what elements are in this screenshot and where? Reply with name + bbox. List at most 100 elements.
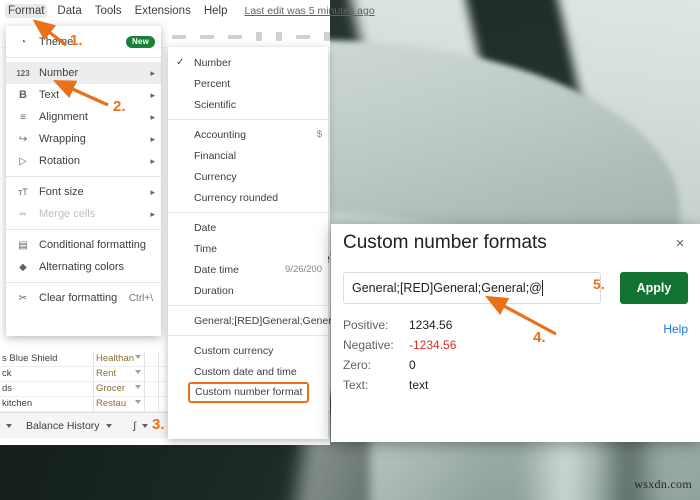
number-submenu-item-label: Number [194, 56, 232, 69]
sheet-tab-secondary[interactable]: ʃ [126, 417, 156, 435]
toolbar-icon-align-right[interactable] [227, 34, 242, 39]
chevron-right-icon: ▸ [150, 133, 155, 144]
format-menu-item-label: Theme [39, 36, 74, 48]
menu-format[interactable]: Format [5, 4, 48, 18]
dialog-title: Custom number formats [343, 232, 547, 253]
sheet-tab-secondary-label: ʃ [133, 419, 136, 432]
menu-extensions[interactable]: Extensions [135, 5, 191, 17]
number-submenu-item-label: Duration [194, 284, 234, 297]
format-menu-item-label: Conditional formatting [39, 239, 147, 251]
preview-value: 0 [409, 358, 416, 372]
number-submenu-item-example: 9/26/200 [285, 264, 322, 275]
number-submenu-item-label: Custom number format [187, 382, 310, 403]
preview-row: Text: text [343, 378, 573, 394]
cell-category: Healthan [96, 353, 135, 364]
sheet-tab-secondary-menu-icon[interactable] [141, 423, 148, 428]
last-edit-status[interactable]: Last edit was 5 minutes ago [245, 5, 375, 17]
menu-separator [6, 282, 161, 283]
number-submenu[interactable]: ✓ Number Percent Scientific Accounting $ Finan… [168, 47, 353, 439]
submenu-separator [168, 305, 328, 306]
all-sheets-icon[interactable] [6, 423, 12, 428]
format-menu-item-label: Text [39, 89, 60, 101]
chevron-right-icon: ▸ [150, 208, 155, 219]
format-dropdown-menu[interactable]: ◔ Theme New 123 Number ▸ B Text ▸ ≡ Alignment ▸ ↪ Wra… [6, 26, 161, 336]
number-submenu-item-custom-currency[interactable]: Custom currency [168, 340, 328, 361]
theme-icon: ◔ [19, 36, 27, 48]
format-menu-item-text[interactable]: B Text ▸ [6, 84, 161, 106]
cell-name: ds [2, 383, 13, 394]
number-submenu-item-label: Custom currency [194, 344, 274, 357]
number-submenu-item-time[interactable]: Time [168, 238, 328, 259]
number-submenu-item-label: Percent [194, 77, 231, 90]
number-submenu-item-label: Custom date and time [194, 365, 297, 378]
toolbar-icon-text-color[interactable] [255, 32, 262, 41]
text-caret [541, 280, 543, 296]
format-menu-item-merge-cells[interactable]: ⬌ Merge cells ▸ [6, 203, 161, 225]
chevron-right-icon: ▸ [150, 67, 155, 78]
format-menu-item-rotation[interactable]: ▷ Rotation ▸ [6, 150, 161, 172]
cell-dropdown-icon[interactable] [135, 400, 141, 404]
number-submenu-item-label: Scientific [194, 98, 237, 111]
number-submenu-item-number[interactable]: ✓ Number [168, 52, 328, 73]
submenu-separator [168, 212, 328, 213]
cell-dropdown-icon[interactable] [135, 385, 141, 389]
toolbar-icon-more[interactable] [323, 32, 330, 41]
format-menu-item-clear-formatting[interactable]: ✂ Clear formatting Ctrl+\ [6, 287, 161, 309]
number-submenu-item-currency[interactable]: Currency [168, 166, 328, 187]
number-submenu-item-label: Financial [194, 149, 237, 162]
number-submenu-item-general-red-general-general[interactable]: General;[RED]General;General;@ [168, 310, 353, 331]
number-submenu-item-accounting[interactable]: Accounting $ [168, 124, 328, 145]
preview-value: -1234.56 [409, 338, 457, 352]
cell-dropdown-icon[interactable] [135, 370, 141, 374]
format-menu-item-number[interactable]: 123 Number ▸ [6, 62, 161, 84]
number-submenu-item-label: Time [194, 242, 217, 255]
format-menu-item-alternating-colors[interactable]: ◆ Alternating colors [6, 256, 161, 278]
format-menu-item-alignment[interactable]: ≡ Alignment ▸ [6, 106, 161, 128]
menu-tools[interactable]: Tools [95, 5, 122, 17]
cell-category: Grocer [96, 383, 126, 394]
merge-cells-icon: ⬌ [18, 208, 28, 220]
toolbar-icon-align-center[interactable] [199, 34, 214, 39]
number-submenu-item-date[interactable]: Date [168, 217, 328, 238]
number-submenu-item-date-time[interactable]: Date time 9/26/200 [168, 259, 328, 280]
checkmark-icon: ✓ [176, 57, 185, 68]
number-submenu-item-percent[interactable]: Percent [168, 73, 328, 94]
number-submenu-item-custom-date-and-time[interactable]: Custom date and time [168, 361, 328, 382]
cell-category: Rent [96, 368, 117, 379]
number-submenu-item-duration[interactable]: Duration [168, 280, 328, 301]
close-icon[interactable]: × [672, 236, 688, 252]
chevron-right-icon: ▸ [150, 111, 155, 122]
bold-B-icon: B [19, 89, 27, 101]
format-menu-item-label: Alignment [39, 111, 88, 123]
preview-label: Positive: [343, 318, 389, 332]
preview-value: text [409, 378, 429, 392]
menu-data[interactable]: Data [57, 5, 81, 17]
alignment-icon: ≡ [20, 111, 26, 123]
format-menu-item-font-size[interactable]: ᴛT Font size ▸ [6, 181, 161, 203]
sheet-tab-balance-history[interactable]: Balance History [18, 417, 120, 435]
toolbar-icon-align-left[interactable] [172, 34, 186, 39]
font-size-icon: ᴛT [18, 187, 28, 197]
format-menu-item-theme[interactable]: ◔ Theme New [6, 31, 161, 53]
number-submenu-item-currency-rounded[interactable]: Currency rounded [168, 187, 328, 208]
format-menu-item-wrapping[interactable]: ↪ Wrapping ▸ [6, 128, 161, 150]
chevron-right-icon: ▸ [150, 155, 155, 166]
number-submenu-item-financial[interactable]: Financial [168, 145, 328, 166]
help-link[interactable]: Help [663, 322, 688, 336]
number-submenu-item-scientific[interactable]: Scientific [168, 94, 328, 115]
preview-row: Zero: 0 [343, 358, 573, 374]
number-submenu-item-example: $ [316, 129, 322, 140]
format-menu-item-label: Rotation [39, 155, 80, 167]
number-submenu-item-label: General;[RED]General;General;@ [194, 314, 354, 327]
cell-dropdown-icon[interactable] [135, 355, 141, 359]
preview-label: Text: [343, 378, 369, 392]
menu-help[interactable]: Help [204, 5, 228, 17]
123-icon: 123 [16, 68, 30, 78]
custom-format-input[interactable] [343, 272, 601, 304]
apply-button[interactable]: Apply [620, 272, 688, 304]
toolbar-icon-merge[interactable] [295, 34, 310, 39]
number-submenu-item-custom-number-format[interactable]: Custom number format [168, 382, 328, 403]
format-menu-item-conditional-formatting[interactable]: ▤ Conditional formatting [6, 234, 161, 256]
toolbar-icon-link[interactable] [275, 32, 282, 41]
sheet-tab-menu-icon[interactable] [105, 423, 112, 428]
